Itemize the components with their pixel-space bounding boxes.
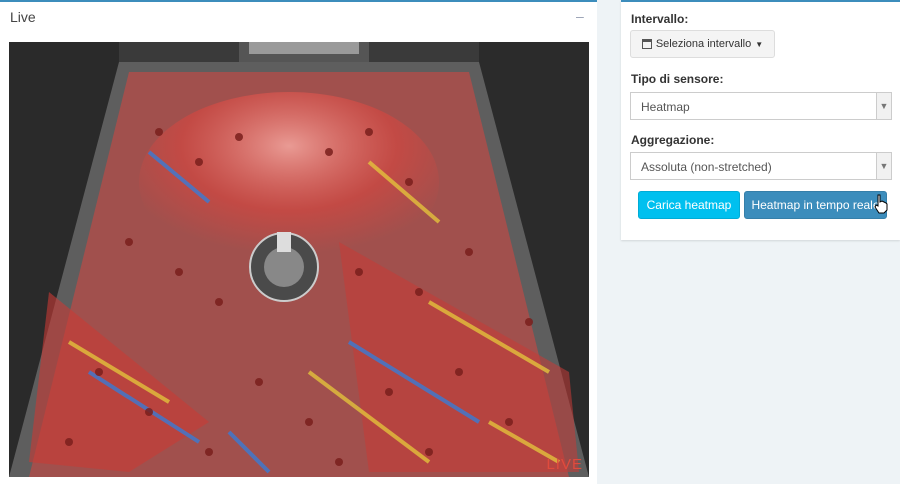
aggregation-select[interactable]: Assoluta (non-stretched) ▼ bbox=[630, 152, 892, 180]
heatmap-controls-panel: Intervallo: Seleziona intervallo ▼ Tipo … bbox=[621, 0, 900, 240]
aggregation-label: Aggregazione: bbox=[631, 133, 715, 147]
hand-cursor-icon bbox=[874, 194, 888, 214]
realtime-heatmap-button[interactable]: Heatmap in tempo reale bbox=[744, 191, 887, 219]
sensor-type-value: Heatmap bbox=[641, 100, 690, 114]
load-heatmap-button[interactable]: Carica heatmap bbox=[638, 191, 740, 219]
heatmap-video-image bbox=[9, 42, 589, 477]
live-video-feed: LIVE bbox=[9, 42, 589, 477]
sensor-type-select[interactable]: Heatmap ▼ bbox=[630, 92, 892, 120]
select-interval-label: Seleziona intervallo bbox=[655, 38, 752, 50]
live-indicator: LIVE bbox=[546, 456, 583, 473]
minimize-button[interactable]: – bbox=[576, 8, 584, 24]
panel-title: Live bbox=[10, 9, 36, 25]
aggregation-value: Assoluta (non-stretched) bbox=[641, 160, 772, 174]
calendar-icon bbox=[641, 39, 652, 49]
sensor-type-label: Tipo di sensore: bbox=[631, 72, 724, 86]
select-interval-button[interactable]: Seleziona intervallo ▼ bbox=[630, 30, 775, 58]
chevron-down-icon: ▼ bbox=[876, 153, 891, 179]
live-panel: Live – LIVE bbox=[0, 0, 597, 484]
caret-down-icon: ▼ bbox=[755, 39, 764, 49]
chevron-down-icon: ▼ bbox=[876, 93, 891, 119]
interval-label: Intervallo: bbox=[631, 12, 689, 26]
